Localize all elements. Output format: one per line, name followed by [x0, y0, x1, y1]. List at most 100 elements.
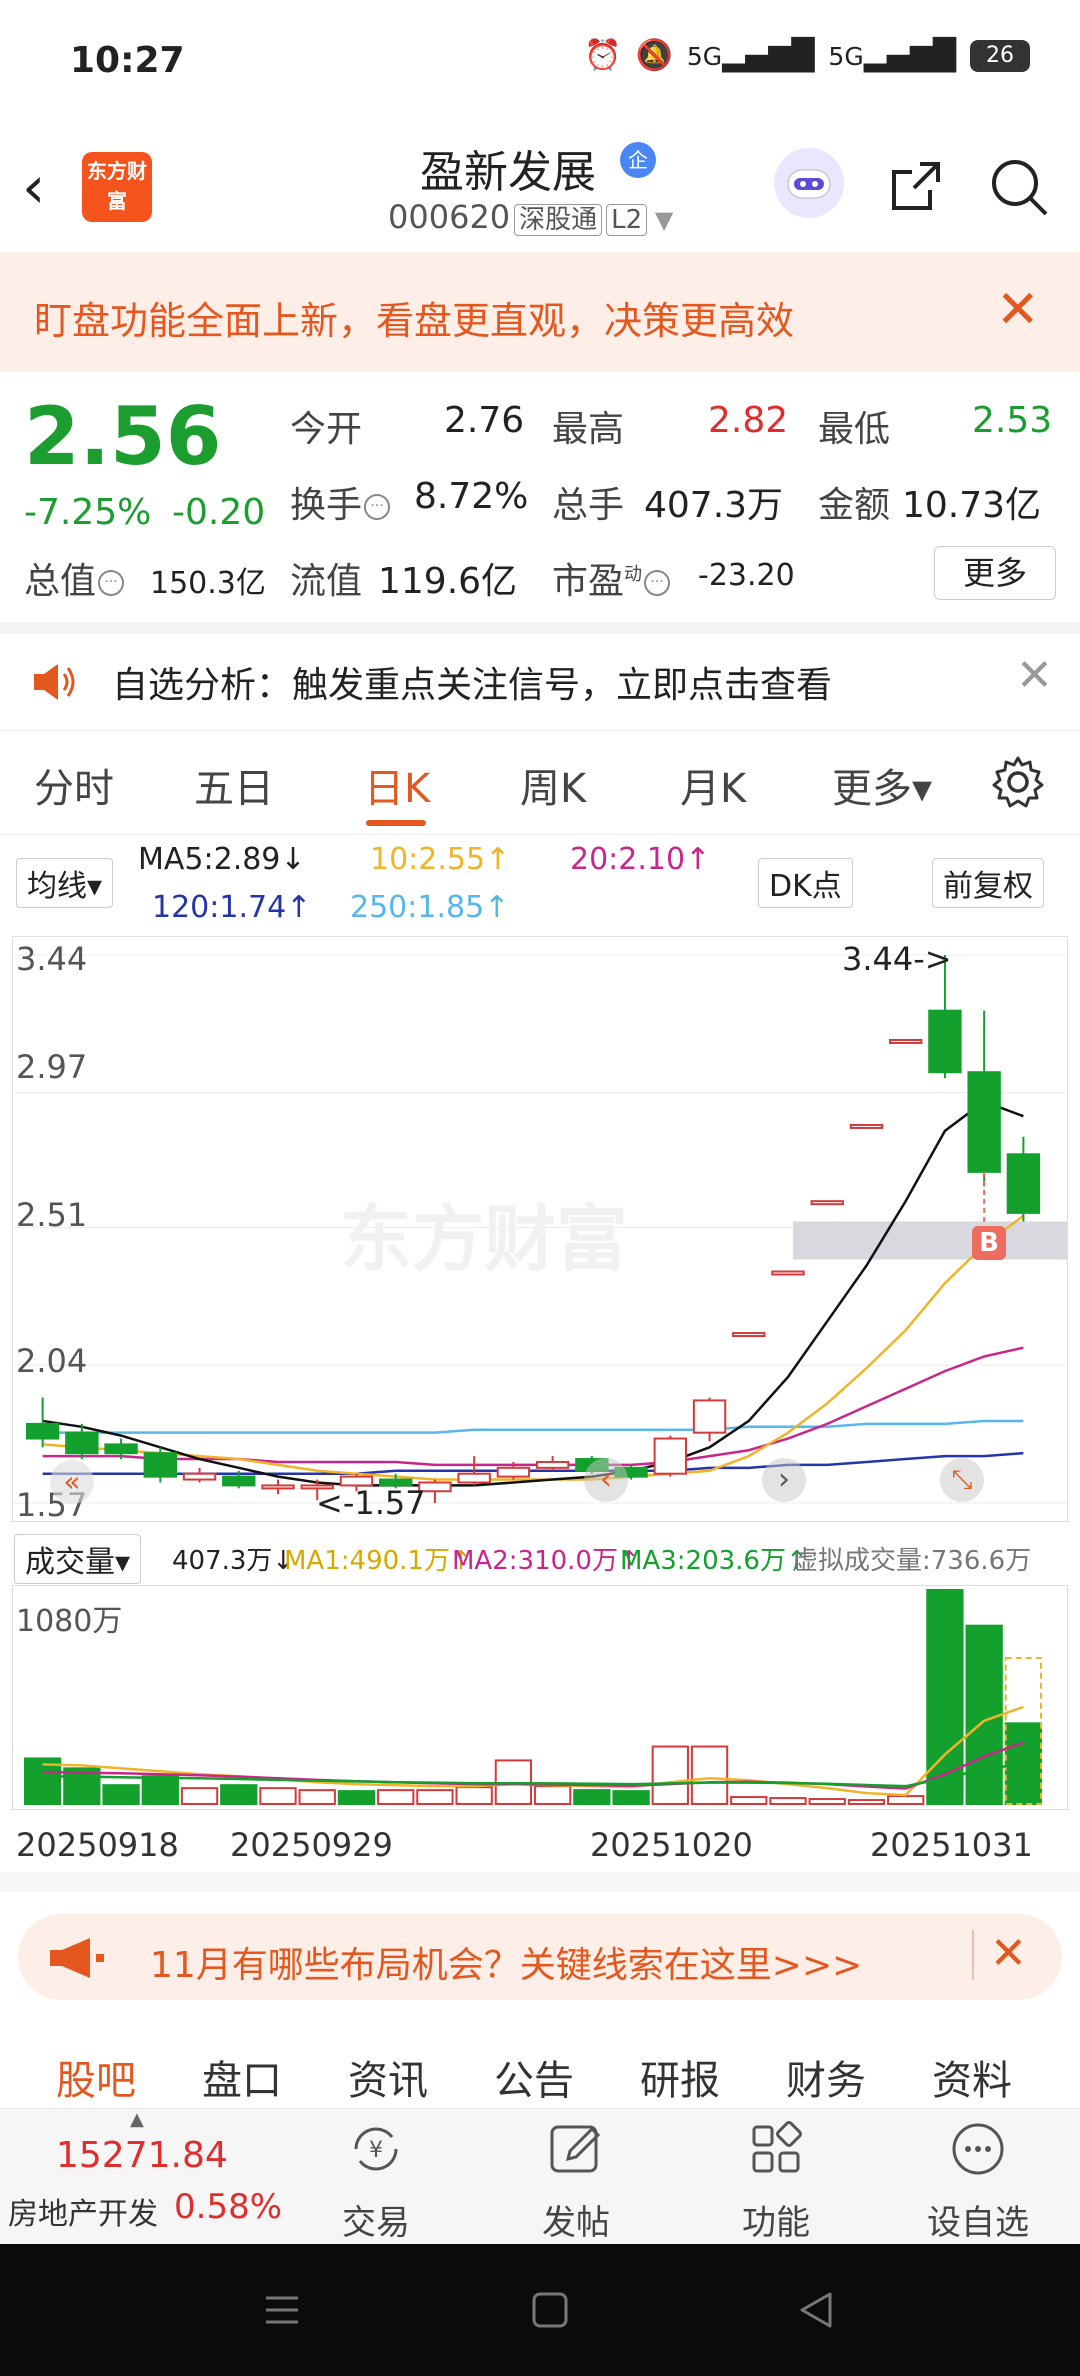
candle-body	[457, 1472, 491, 1484]
add-watchlist-button[interactable]: 设自选	[908, 2109, 1048, 2245]
turnover-label[interactable]: 换手 ···	[290, 476, 391, 528]
stock-header: ‹ 东方财富 盈新发展 企 000620 深股通 L2 ▼	[0, 120, 1080, 253]
open-label: 今开	[290, 409, 363, 450]
gear-icon[interactable]	[990, 754, 1046, 810]
system-nav-bar	[0, 2244, 1080, 2376]
volume-bar	[337, 1790, 376, 1806]
candle-body	[222, 1475, 256, 1487]
fullscreen-icon[interactable]: ⤡	[940, 1458, 984, 1502]
volume-max-label: 1080万	[16, 1604, 123, 1639]
divider	[0, 1872, 1080, 1892]
app-logo[interactable]: 东方财富	[82, 152, 152, 222]
promo-banner[interactable]: 11月有哪些布局机会？关键线索在这里>>> ✕	[18, 1914, 1062, 2000]
volume-selector[interactable]: 成交量▾	[14, 1534, 142, 1584]
volume-bar	[730, 1796, 768, 1806]
volume-bar	[926, 1589, 964, 1805]
high-label: 最高	[552, 409, 625, 450]
ma5-label: MA5:2.89↓	[138, 842, 306, 877]
tab-orderbook[interactable]: 盘口	[202, 2048, 282, 2106]
back-icon[interactable]: ‹	[22, 158, 45, 216]
tab-monthly-k[interactable]: 月K	[680, 756, 746, 814]
tab-more[interactable]: 更多▾	[832, 756, 932, 814]
candle-body	[967, 1071, 1001, 1173]
search-icon[interactable]	[988, 156, 1050, 218]
candle-body	[889, 1038, 923, 1044]
close-icon[interactable]: ✕	[990, 1928, 1027, 1979]
candle-body	[732, 1332, 766, 1338]
x-date-3: 20251020	[590, 1826, 753, 1864]
change-percent: -7.25%	[24, 492, 152, 533]
info-icon[interactable]: ···	[98, 570, 125, 596]
y-tick-2: 2.97	[16, 1048, 88, 1086]
info-icon[interactable]: ···	[644, 570, 671, 596]
y-tick-1: 3.44	[16, 940, 88, 978]
tab-underline	[366, 820, 426, 826]
index-value[interactable]: 15271.84	[56, 2135, 228, 2176]
scroll-left-icon[interactable]: «	[50, 1460, 94, 1504]
ma5-line	[42, 1100, 1024, 1487]
tab-weekly-k[interactable]: 周K	[520, 756, 586, 814]
volume-chart[interactable]	[12, 1585, 1068, 1810]
tab-daily-k[interactable]: 日K	[364, 756, 430, 814]
add-watchlist-label: 设自选	[927, 2203, 1029, 2243]
more-dots-icon	[952, 2123, 1004, 2175]
pe-sup: 动	[624, 564, 643, 585]
amount-label: 金额	[818, 485, 891, 526]
menu-icon[interactable]	[262, 2290, 302, 2330]
volume-bar	[533, 1785, 572, 1806]
banner-text: 盯盘功能全面上新，看盘更直观，决策更高效	[34, 299, 795, 343]
stock-code-row[interactable]: 000620 深股通 L2 ▼	[388, 198, 673, 236]
info-icon[interactable]: ···	[364, 494, 391, 520]
volume-ma3: MA3:203.6万↑	[620, 1546, 808, 1576]
mcap-label-text: 总值	[24, 561, 97, 602]
status-time: 10:27	[70, 40, 185, 81]
volume-bar	[141, 1775, 179, 1806]
more-button[interactable]: 更多	[934, 546, 1056, 600]
post-label: 发帖	[542, 2203, 610, 2243]
tab-research[interactable]: 研报	[640, 2048, 720, 2106]
sz-connect-tag: 深股通	[514, 204, 603, 236]
ma-selector[interactable]: 均线▾	[16, 858, 114, 908]
dropdown-icon[interactable]: ▼	[647, 206, 673, 234]
tab-announcements[interactable]: 公告	[494, 2048, 574, 2106]
tab-news[interactable]: 资讯	[348, 2048, 428, 2106]
adjust-selector[interactable]: 前复权	[932, 858, 1044, 908]
feature-banner[interactable]: 盯盘功能全面上新，看盘更直观，决策更高效 ✕	[0, 252, 1080, 372]
index-name[interactable]: 房地产开发	[8, 2189, 158, 2233]
x-date-2: 20250929	[230, 1826, 393, 1864]
tab-profile[interactable]: 资料	[932, 2048, 1012, 2106]
dk-point-selector[interactable]: DK点	[758, 858, 853, 908]
high-marker: 3.44->	[842, 940, 952, 978]
pe-label[interactable]: 市盈动 ···	[552, 552, 671, 604]
volume-bar	[298, 1789, 336, 1805]
ma10-label: 10:2.55↑	[370, 842, 511, 877]
features-button[interactable]: 功能	[706, 2109, 846, 2245]
candle-body	[810, 1200, 844, 1206]
trade-button[interactable]: ¥ 交易	[306, 2109, 446, 2245]
post-button[interactable]: 发帖	[506, 2109, 646, 2245]
volume-bar	[377, 1789, 415, 1805]
ai-assistant-icon[interactable]	[774, 148, 844, 218]
signal-label-1: 5G	[686, 42, 723, 71]
volume-bar	[847, 1799, 886, 1805]
tab-intraday[interactable]: 分时	[34, 756, 114, 814]
mcap-label[interactable]: 总值 ···	[24, 552, 125, 604]
zoom-in-icon[interactable]: ›	[762, 1458, 806, 1502]
share-icon[interactable]	[886, 156, 946, 216]
zoom-out-icon[interactable]: ‹	[584, 1458, 628, 1502]
back-nav-icon[interactable]	[796, 2290, 836, 2330]
analysis-alert[interactable]: 自选分析：触发重点关注信号，立即点击查看 ✕	[0, 634, 1080, 731]
candle-body	[65, 1431, 99, 1455]
tab-five-day[interactable]: 五日	[194, 756, 274, 814]
volume-ma-line-2	[42, 1741, 1024, 1790]
close-icon[interactable]: ✕	[996, 280, 1040, 340]
tab-finance[interactable]: 财务	[786, 2048, 866, 2106]
divider	[0, 622, 1080, 634]
candle-body	[25, 1422, 60, 1440]
tab-guba[interactable]: 股吧	[56, 2048, 136, 2106]
candle-body	[692, 1399, 727, 1434]
buy-signal-badge[interactable]: B	[972, 1226, 1006, 1260]
home-icon[interactable]	[530, 2290, 570, 2330]
turnover-value: 8.72%	[414, 476, 529, 517]
close-icon[interactable]: ✕	[1016, 650, 1053, 701]
